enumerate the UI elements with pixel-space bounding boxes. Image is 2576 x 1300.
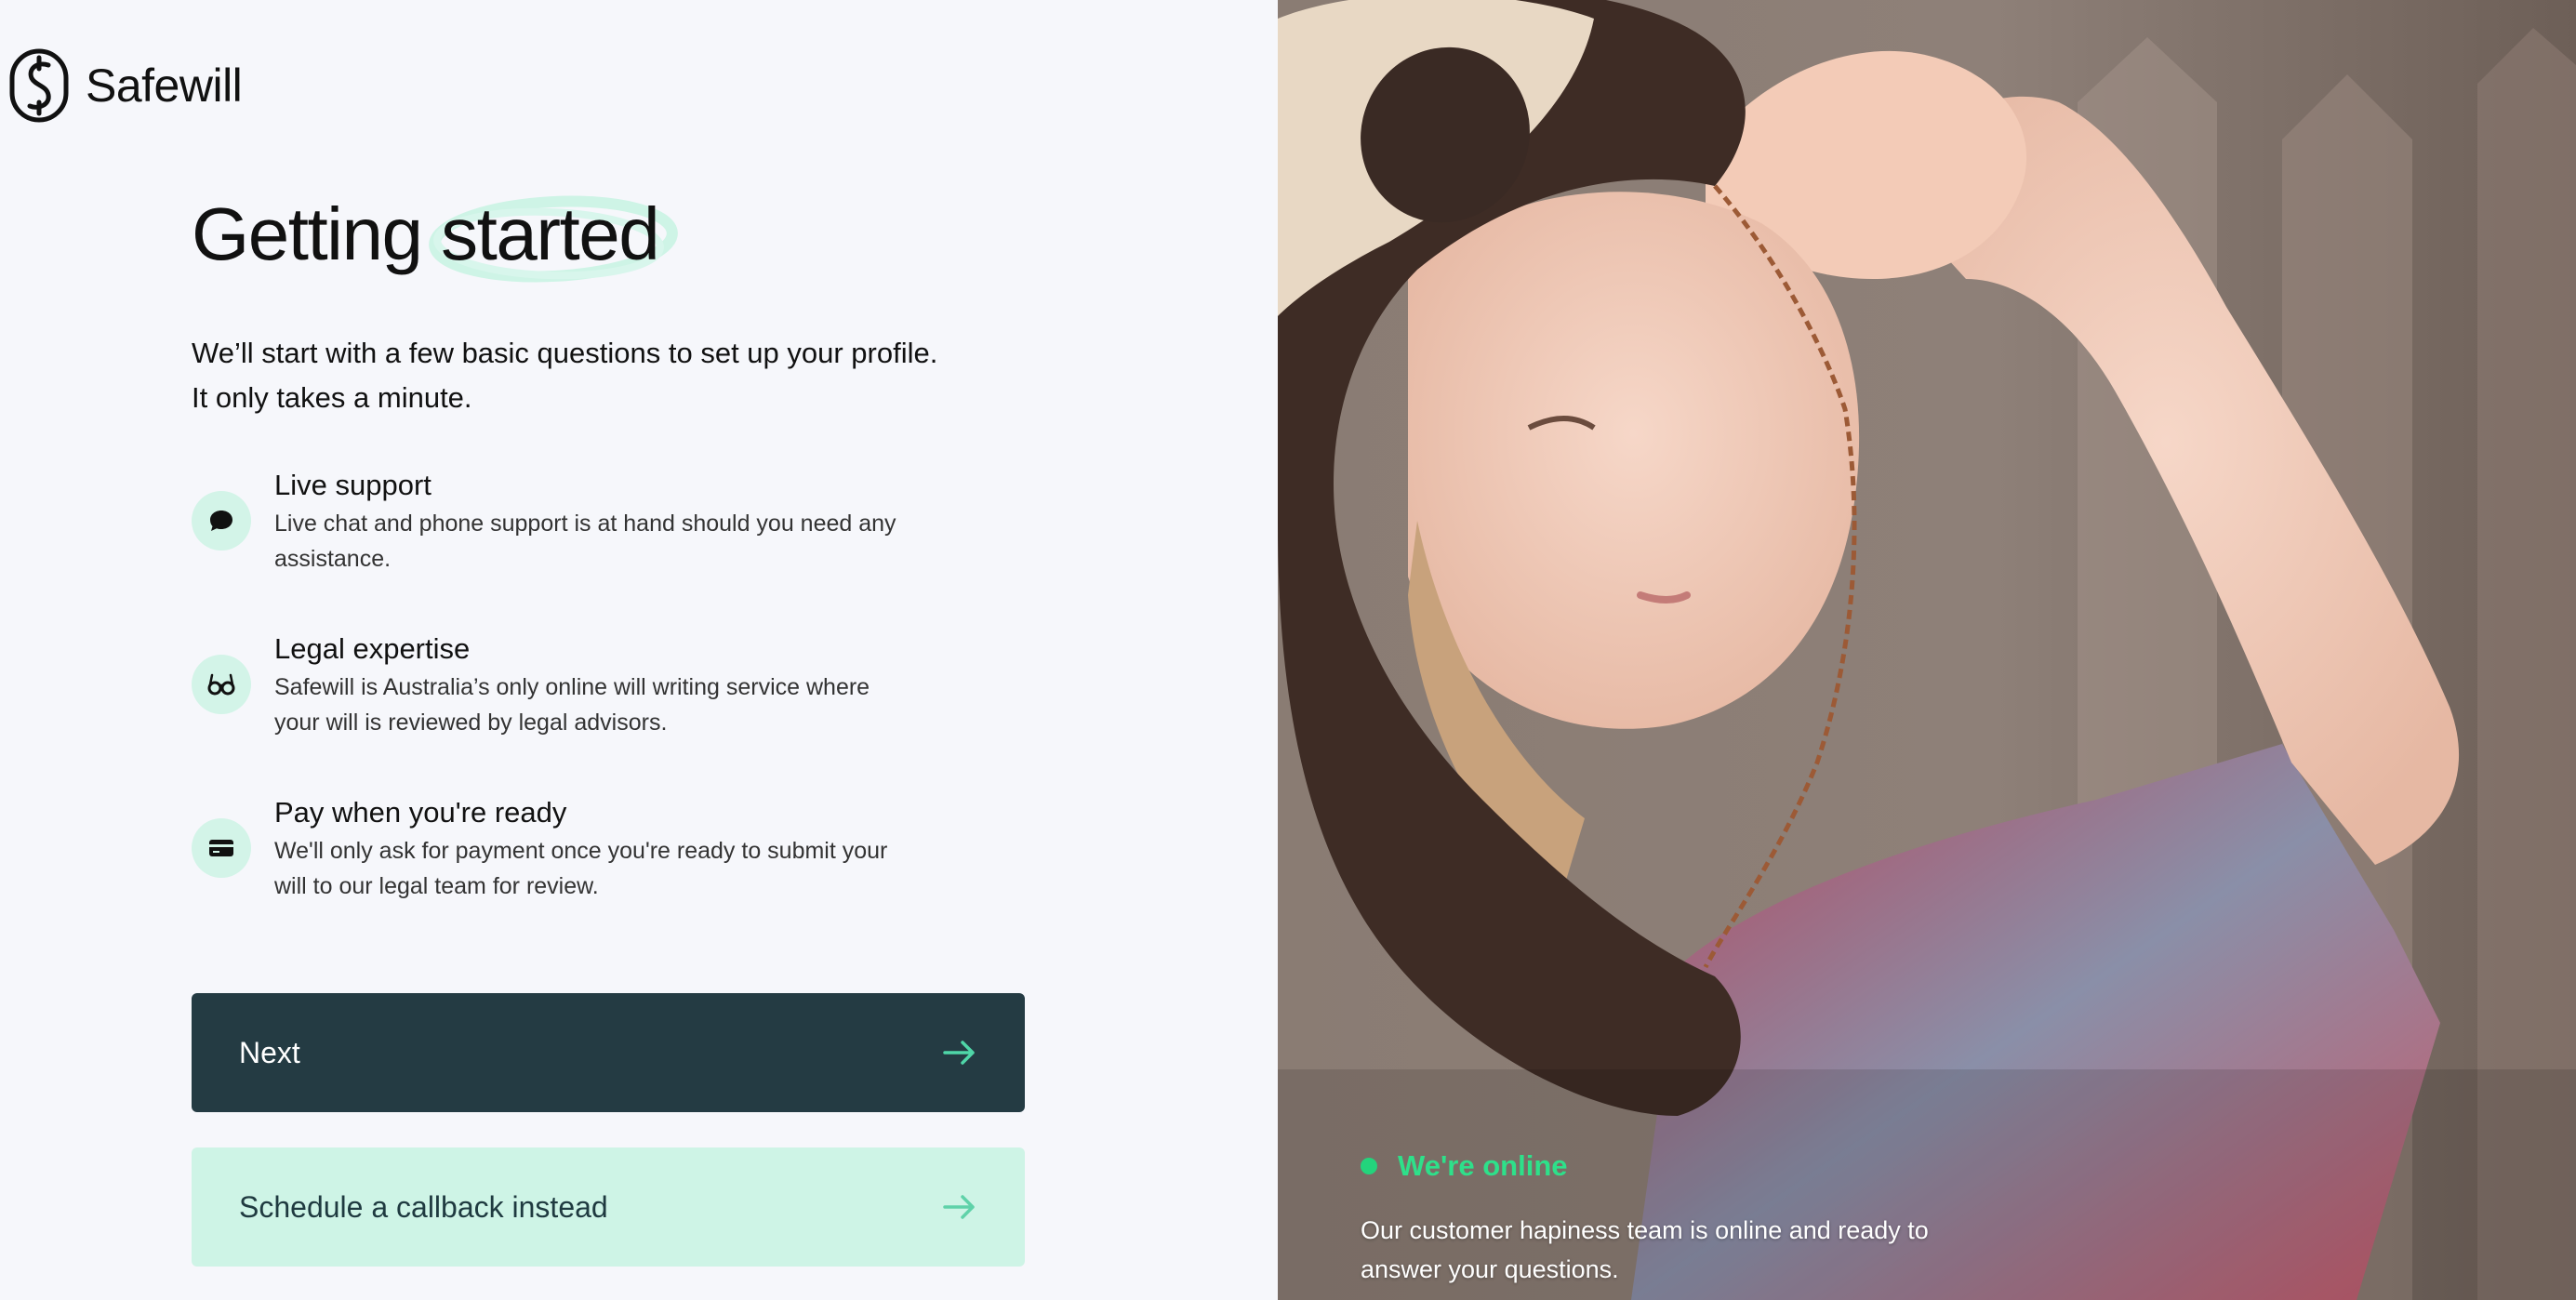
next-button-label: Next (239, 1035, 300, 1069)
child-saluting-photo (1278, 0, 2576, 1300)
intro-line-1: We’ll start with a few basic questions t… (192, 337, 938, 369)
feature-title: Pay when you're ready (274, 796, 567, 829)
feature-icon-circle (192, 818, 251, 878)
online-dot-icon (1361, 1158, 1377, 1174)
feature-pay-when-ready: Pay when you're ready We'll only ask for… (192, 796, 991, 904)
intro-text: We’ll start with a few basic questions t… (192, 331, 1029, 420)
intro-line-2: It only takes a minute. (192, 381, 472, 414)
credit-card-icon (209, 840, 233, 856)
feature-title: Legal expertise (274, 632, 471, 665)
safewill-logo-icon (9, 48, 69, 123)
feature-desc: We'll only ask for payment once you're r… (274, 838, 888, 899)
heading-word-1: Getting (192, 192, 423, 275)
online-status: We're online (1361, 1149, 1568, 1183)
feature-desc: Safewill is Australia’s only online will… (274, 674, 870, 736)
heading-highlight: started (429, 192, 679, 283)
chat-bubble-icon (210, 511, 232, 531)
callback-button-label: Schedule a callback instead (239, 1189, 608, 1224)
glasses-icon (207, 673, 235, 696)
online-status-description: Our customer hapiness team is online and… (1361, 1216, 1929, 1283)
heading-word-2: started (441, 192, 660, 275)
logo[interactable]: Safewill (9, 48, 243, 123)
page-title: Getting started (192, 192, 679, 283)
online-status-label: We're online (1398, 1149, 1568, 1182)
next-button[interactable]: Next (192, 993, 1025, 1112)
left-panel: Safewill Getting started We’ll start wit… (0, 0, 1278, 1300)
feature-icon-circle (192, 655, 251, 714)
arrow-right-icon (943, 1195, 975, 1219)
feature-live-support: Live support Live chat and phone support… (192, 469, 991, 577)
feature-legal-expertise: Legal expertise Safewill is Australia’s … (192, 632, 991, 740)
feature-title: Live support (274, 469, 432, 501)
feature-desc: Live chat and phone support is at hand s… (274, 511, 896, 572)
schedule-callback-button[interactable]: Schedule a callback instead (192, 1147, 1025, 1267)
feature-icon-circle (192, 491, 251, 551)
arrow-right-icon (943, 1041, 975, 1065)
logo-text: Safewill (86, 60, 243, 112)
hero-photo-panel: We're online Our customer hapiness team … (1278, 0, 2576, 1300)
